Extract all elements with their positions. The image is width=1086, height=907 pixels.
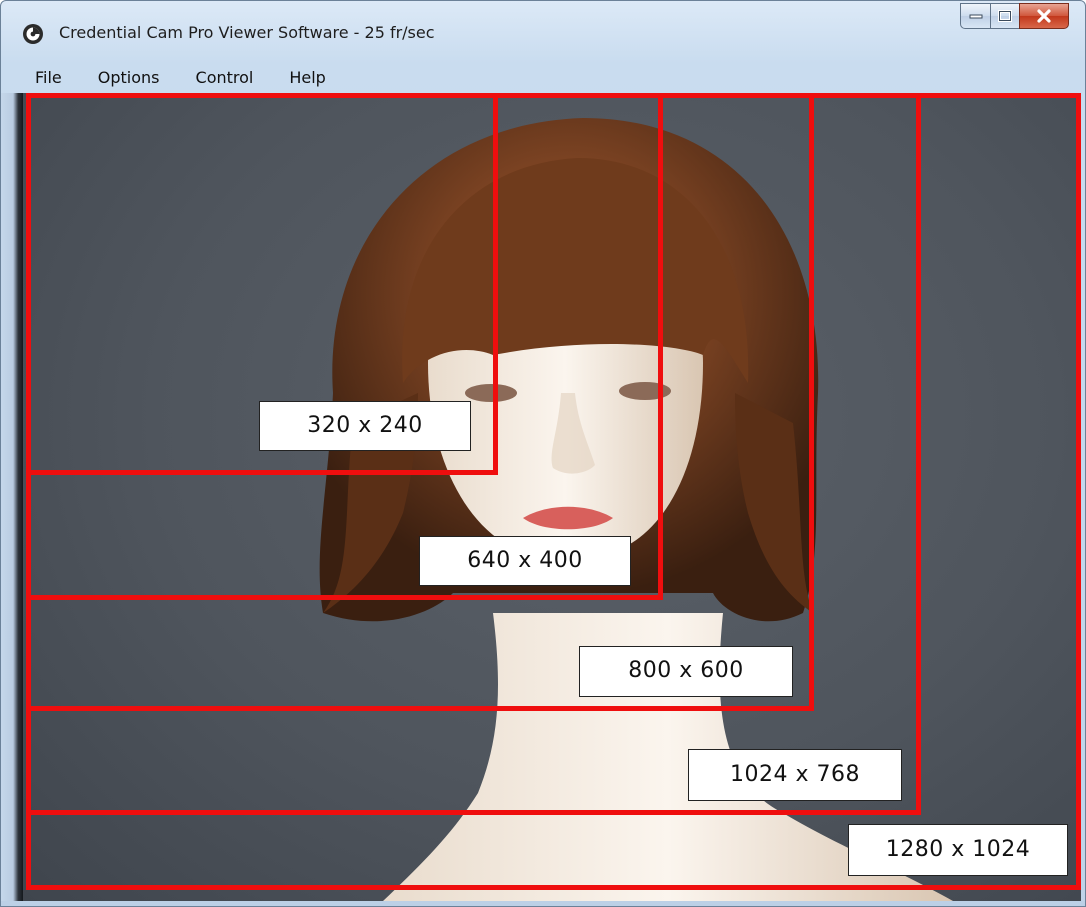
menu-file[interactable]: File	[35, 65, 72, 91]
close-button[interactable]	[1019, 3, 1069, 29]
menu-help[interactable]: Help	[289, 65, 335, 91]
menu-control[interactable]: Control	[196, 65, 264, 91]
resolution-label-800x600: 800 x 600	[579, 646, 793, 697]
window-title: Credential Cam Pro Viewer Software - 25 …	[59, 23, 435, 42]
maximize-button[interactable]	[990, 3, 1019, 29]
camera-lens-icon	[23, 24, 43, 44]
window-frame-left	[1, 93, 23, 906]
viewer-window: Credential Cam Pro Viewer Software - 25 …	[0, 0, 1086, 907]
resolution-label-320x240: 320 x 240	[259, 401, 471, 451]
title-bar[interactable]: Credential Cam Pro Viewer Software - 25 …	[1, 1, 1085, 61]
minimize-button[interactable]	[960, 3, 990, 29]
menu-options[interactable]: Options	[98, 65, 170, 91]
resolution-label-640x400: 640 x 400	[419, 536, 631, 586]
resolution-label-1280x1024: 1280 x 1024	[848, 824, 1068, 876]
close-icon	[1037, 9, 1051, 23]
minimize-icon	[969, 14, 982, 19]
camera-viewport[interactable]: 320 x 240 640 x 400 800 x 600 1024 x 768…	[23, 93, 1081, 901]
window-frame-bottom	[1, 901, 1085, 906]
maximize-icon	[998, 10, 1012, 22]
menu-bar: File Options Control Help	[9, 65, 1079, 91]
window-controls	[960, 3, 1069, 31]
resolution-label-1024x768: 1024 x 768	[688, 749, 902, 801]
